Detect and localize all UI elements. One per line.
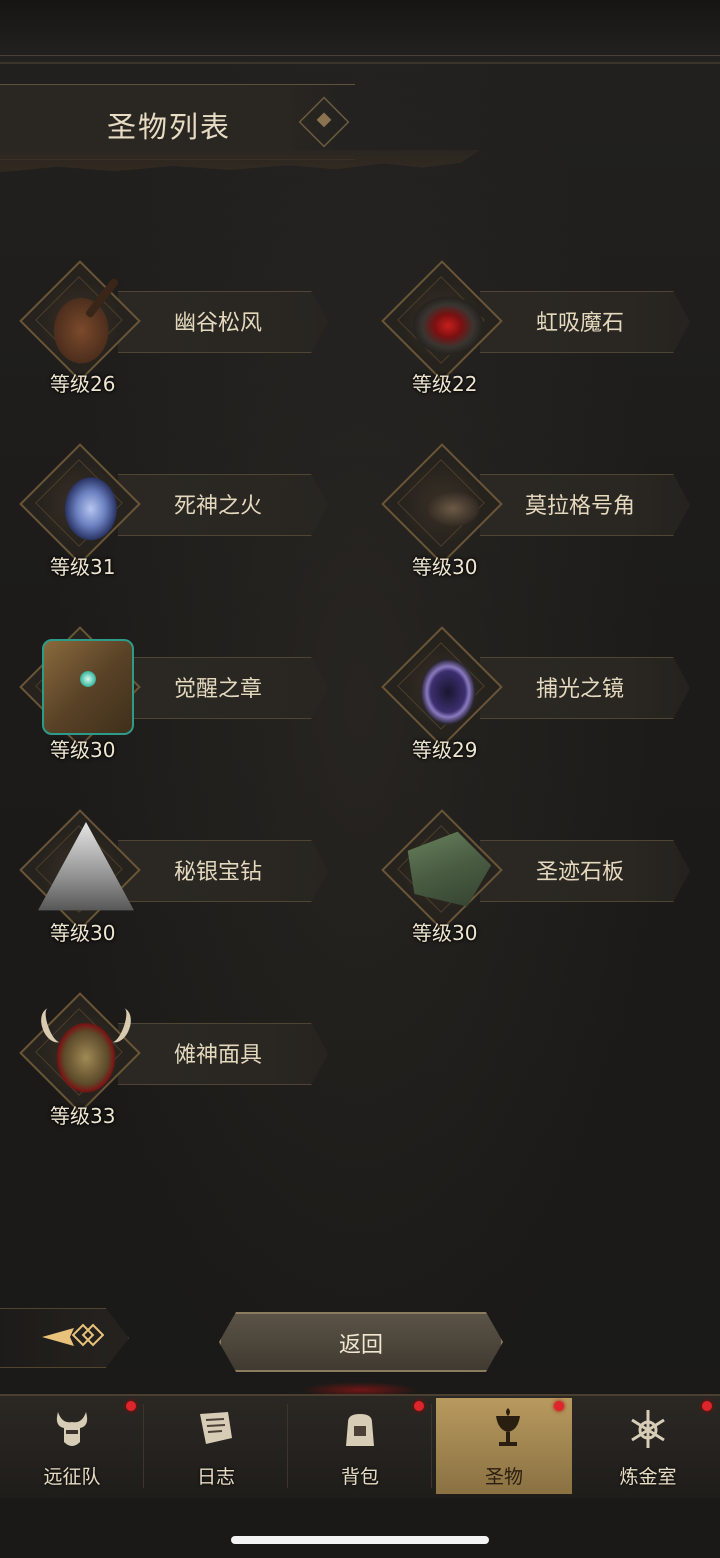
relic-card[interactable]: 莫拉格号角 等级30: [370, 428, 700, 579]
scroll-icon: [200, 1412, 232, 1444]
relic-name: 觉醒之章: [173, 677, 262, 702]
relic-level: 等级30: [50, 738, 116, 762]
relic-level: 等级30: [412, 921, 478, 945]
chalice-icon: [496, 1408, 520, 1446]
tab-relics[interactable]: 圣物: [436, 1398, 572, 1494]
relic-name: 傩神面具: [173, 1043, 262, 1068]
tab-alchemy[interactable]: 炼金室: [576, 1398, 720, 1494]
relic-card[interactable]: 捕光之镜 等级29: [370, 611, 700, 762]
page-title: 圣物列表: [107, 110, 232, 144]
tab-expedition[interactable]: 远征队: [0, 1398, 144, 1494]
relic-card[interactable]: 死神之火 等级31: [8, 428, 338, 579]
tab-label: 炼金室: [619, 1466, 677, 1488]
top-ornament: [0, 0, 720, 64]
back-button[interactable]: 返回: [219, 1312, 503, 1372]
relic-card[interactable]: 傩神面具 等级33: [8, 977, 338, 1128]
mask-icon: [38, 1005, 134, 1101]
tab-label: 日志: [196, 1466, 235, 1488]
notification-badge: [702, 1401, 712, 1411]
relic-card[interactable]: 幽谷松风 等级26: [8, 245, 338, 396]
relic-name: 秘银宝钻: [173, 860, 262, 885]
tab-label: 背包: [340, 1466, 379, 1488]
relic-card[interactable]: 觉醒之章 等级30: [8, 611, 338, 762]
relic-level: 等级22: [412, 372, 478, 396]
back-button-label: 返回: [338, 1333, 383, 1358]
notification-badge: [414, 1401, 424, 1411]
horned-helmet-icon: [56, 1412, 88, 1446]
relic-level: 等级30: [412, 555, 478, 579]
bag-icon: [346, 1414, 374, 1446]
relic-level: 等级29: [412, 738, 478, 762]
relic-level: 等级30: [50, 921, 116, 945]
mirror-icon: [400, 639, 496, 735]
notification-badge: [126, 1401, 136, 1411]
lute-icon: [38, 273, 134, 369]
relic-name: 捕光之镜: [535, 677, 624, 702]
relic-level: 等级33: [50, 1104, 116, 1128]
arrow-left-diamond-icon[interactable]: [40, 1322, 104, 1352]
relic-level: 等级26: [50, 372, 116, 396]
relic-name: 幽谷松风: [173, 311, 262, 336]
relic-card[interactable]: 虹吸魔石 等级22: [370, 245, 700, 396]
tab-backpack[interactable]: 背包: [288, 1398, 432, 1494]
red-stone-icon: [400, 273, 496, 369]
relic-name: 圣迹石板: [535, 860, 624, 885]
notification-badge: [554, 1401, 564, 1411]
book-icon: [42, 639, 134, 735]
relic-card[interactable]: 圣迹石板 等级30: [370, 794, 700, 945]
relic-name: 虹吸魔石: [535, 311, 624, 336]
tab-journal[interactable]: 日志: [144, 1398, 288, 1494]
relic-name: 死神之火: [173, 494, 262, 519]
tab-label: 远征队: [43, 1466, 101, 1488]
alchemy-icon: [631, 1410, 665, 1448]
spectral-hand-icon: [38, 456, 134, 552]
relic-card[interactable]: 秘银宝钻 等级30: [8, 794, 338, 945]
relic-name: 莫拉格号角: [524, 494, 635, 519]
horn-icon: [400, 456, 496, 552]
tab-label: 圣物: [484, 1466, 523, 1488]
home-indicator[interactable]: [231, 1536, 489, 1544]
relic-level: 等级31: [50, 555, 116, 579]
